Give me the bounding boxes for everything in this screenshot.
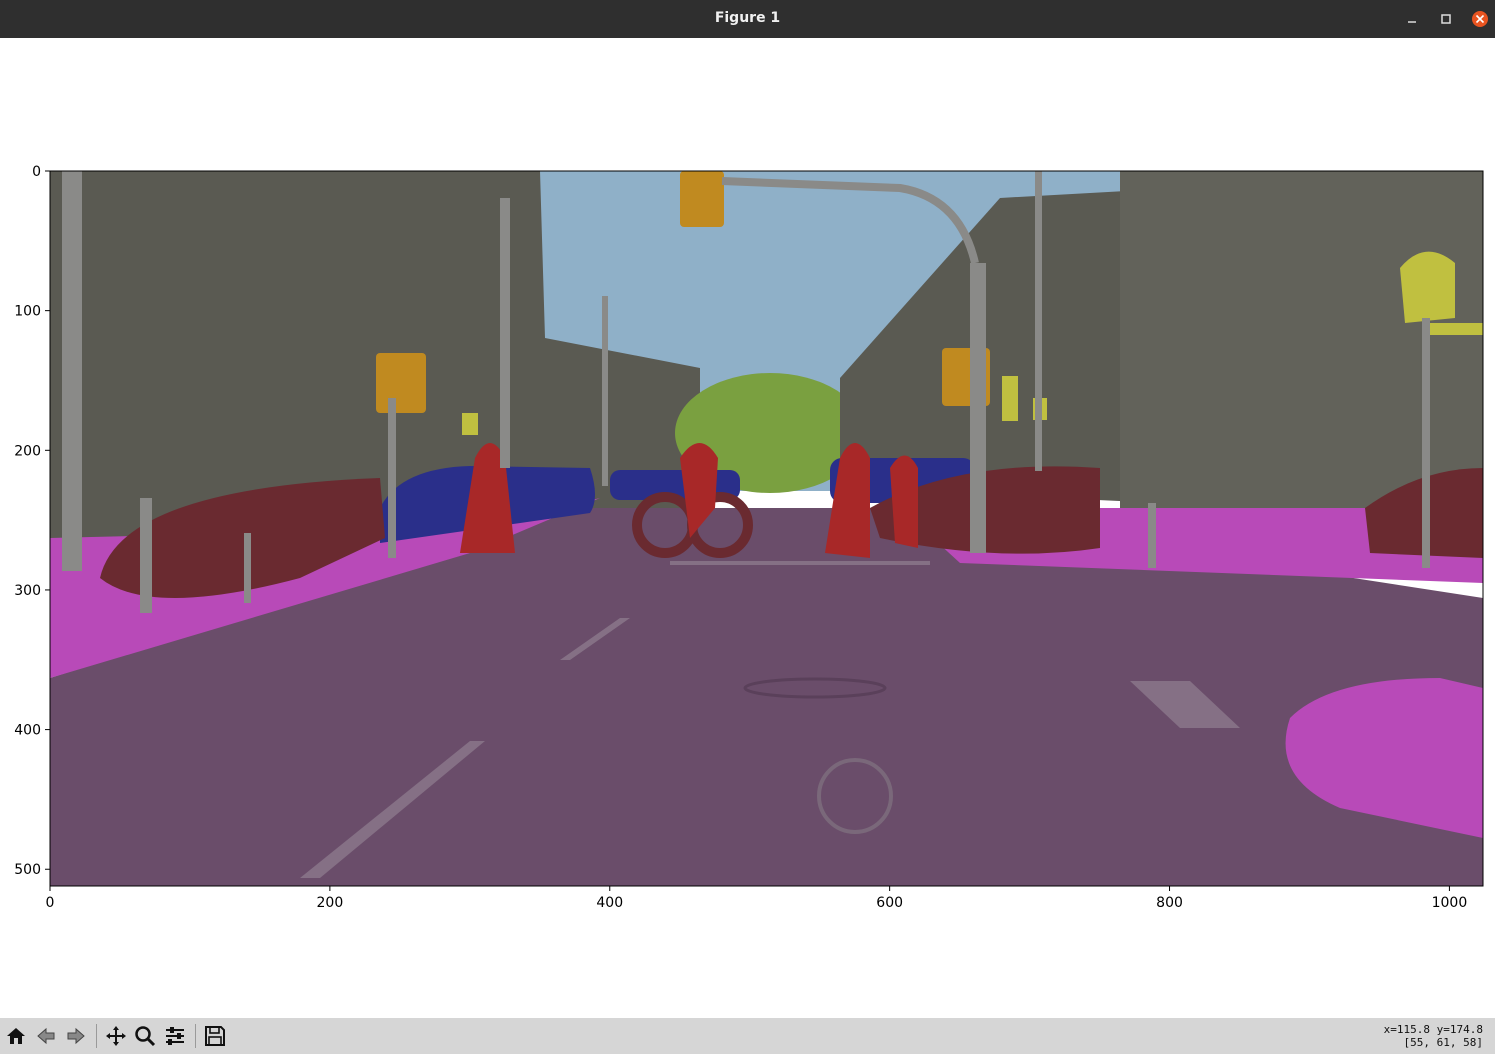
x-tick-label: 1000 (1432, 895, 1468, 911)
home-icon[interactable] (2, 1022, 30, 1050)
back-icon[interactable] (32, 1022, 60, 1050)
traffic-sign (1002, 376, 1018, 421)
pan-icon[interactable] (102, 1022, 130, 1050)
y-tick-label: 500 (14, 862, 41, 878)
traffic-sign (462, 413, 478, 435)
x-axis: 0 200 400 600 800 1000 (46, 886, 1468, 911)
pixel-value: [55, 61, 58] (1403, 1036, 1483, 1049)
toolbar-separator (96, 1024, 97, 1048)
figure-canvas[interactable]: 0 200 400 600 800 1000 0 100 200 300 400 500 (0, 38, 1495, 1018)
bollard (244, 533, 251, 603)
pole (1035, 171, 1042, 471)
traffic-sign (1400, 251, 1455, 323)
zoom-icon[interactable] (131, 1022, 159, 1050)
title-bar: Figure 1 (0, 0, 1495, 38)
bollard (1148, 503, 1156, 568)
y-tick-label: 100 (14, 304, 41, 320)
x-tick-label: 0 (46, 895, 55, 911)
x-tick-label: 400 (596, 895, 623, 911)
y-tick-label: 300 (14, 583, 41, 599)
y-tick-label: 200 (14, 443, 41, 459)
traffic-light (376, 353, 426, 413)
bollard (140, 498, 152, 613)
minimize-icon[interactable] (1402, 9, 1422, 29)
x-tick-label: 800 (1156, 895, 1183, 911)
traffic-sign (1430, 323, 1483, 335)
stop-line (670, 561, 930, 565)
cursor-coords: x=115.8 y=174.8 (1383, 1023, 1483, 1036)
coordinate-readout: x=115.8 y=174.8 [55, 61, 58] (1384, 1023, 1483, 1049)
pole (500, 198, 510, 468)
pole (1422, 318, 1430, 568)
navigation-toolbar: x=115.8 y=174.8 [55, 61, 58] (0, 1018, 1495, 1054)
close-icon[interactable] (1470, 9, 1490, 29)
pole (388, 398, 396, 558)
save-icon[interactable] (201, 1022, 229, 1050)
pole (62, 171, 82, 571)
window-title: Figure 1 (714, 10, 781, 26)
pole (602, 296, 608, 486)
configure-icon[interactable] (161, 1022, 189, 1050)
y-tick-label: 0 (32, 164, 41, 180)
y-axis: 0 100 200 300 400 500 (14, 164, 50, 878)
toolbar-separator (195, 1024, 196, 1048)
x-tick-label: 200 (317, 895, 344, 911)
maximize-icon[interactable] (1436, 9, 1456, 29)
segmentation-image[interactable] (50, 171, 1483, 886)
plot-svg: 0 200 400 600 800 1000 0 100 200 300 400 500 (14, 164, 1484, 911)
x-tick-label: 600 (876, 895, 903, 911)
traffic-light (680, 171, 724, 227)
forward-icon[interactable] (62, 1022, 90, 1050)
y-tick-label: 400 (14, 723, 41, 739)
pole (970, 263, 986, 553)
